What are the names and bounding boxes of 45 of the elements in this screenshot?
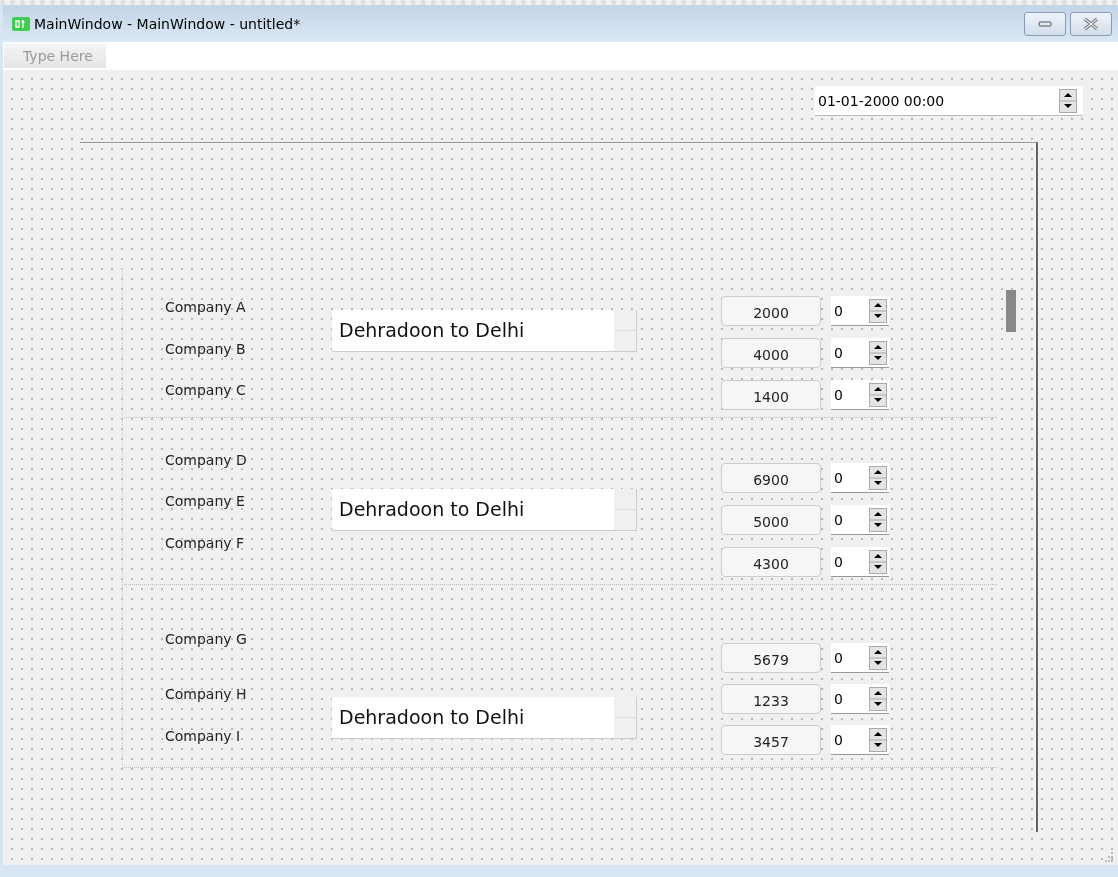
company-label: Company B xyxy=(165,340,247,359)
spin-arrows-icon[interactable] xyxy=(869,298,887,323)
spin-arrows-icon[interactable] xyxy=(869,549,887,574)
company-label: Company F xyxy=(165,534,246,553)
price-field[interactable]: 5000 xyxy=(721,505,821,535)
spin-arrows-icon[interactable] xyxy=(869,465,887,490)
app-icon xyxy=(12,16,30,31)
spin-arrows-icon[interactable] xyxy=(869,686,887,711)
price-field[interactable]: 1400 xyxy=(721,380,821,410)
price-field[interactable]: 3457 xyxy=(721,725,821,755)
price-field[interactable]: 5679 xyxy=(721,643,821,673)
company-label: Company I xyxy=(165,727,242,746)
minimize-icon xyxy=(1038,20,1052,27)
quantity-spinbox[interactable]: 0 xyxy=(831,505,889,535)
company-label: Company E xyxy=(165,492,246,511)
price-field[interactable]: 4300 xyxy=(721,547,821,577)
spin-arrows-icon[interactable] xyxy=(869,727,887,752)
spin-arrows-icon[interactable] xyxy=(869,340,887,365)
datetime-field[interactable]: 01-01-2000 00:00 xyxy=(815,86,1083,116)
spin-arrows-icon[interactable] xyxy=(869,382,887,407)
company-label: Company A xyxy=(165,298,247,317)
spin-arrows-icon[interactable] xyxy=(1059,88,1077,113)
quantity-spinbox[interactable]: 0 xyxy=(831,684,889,714)
quantity-spinbox[interactable]: 0 xyxy=(831,296,889,326)
spin-arrows-icon[interactable] xyxy=(869,507,887,532)
spin-arrows-icon[interactable] xyxy=(869,645,887,670)
quantity-spinbox[interactable]: 0 xyxy=(831,463,889,493)
quantity-spinbox[interactable]: 0 xyxy=(831,338,889,368)
company-label: Company D xyxy=(165,451,248,470)
quantity-spinbox[interactable]: 0 xyxy=(831,547,889,577)
window-title: MainWindow - MainWindow - untitled* xyxy=(34,15,301,32)
resize-grip-icon[interactable] xyxy=(1102,851,1114,863)
quantity-spinbox[interactable]: 0 xyxy=(831,725,889,755)
price-field[interactable]: 1233 xyxy=(721,684,821,714)
scrollbar-thumb[interactable] xyxy=(1006,290,1016,332)
price-field[interactable]: 2000 xyxy=(721,296,821,326)
company-label: Company H xyxy=(165,685,248,704)
price-field[interactable]: 6900 xyxy=(721,463,821,493)
quantity-spinbox[interactable]: 0 xyxy=(831,643,889,673)
price-field[interactable]: 4000 xyxy=(721,338,821,368)
close-button[interactable] xyxy=(1070,11,1112,36)
close-icon xyxy=(1083,16,1099,31)
company-label: Company C xyxy=(165,381,247,400)
company-label: Company G xyxy=(165,630,248,649)
quantity-spinbox[interactable]: 0 xyxy=(831,380,889,410)
